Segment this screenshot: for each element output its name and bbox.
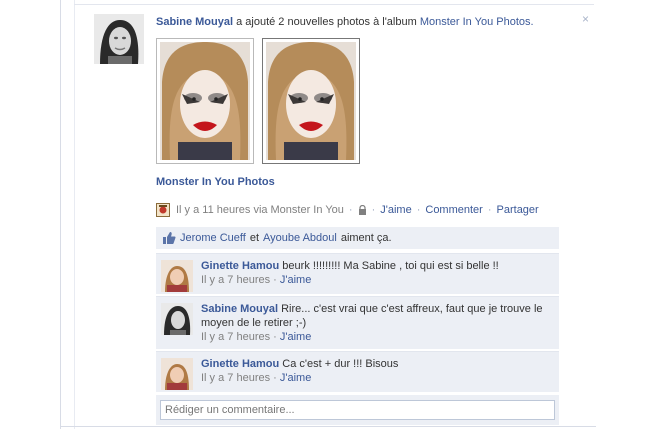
reply-box [156,395,559,425]
photo-thumbnail[interactable] [262,38,360,164]
photo-thumbnail[interactable] [156,38,254,164]
comment-like-link[interactable]: J'aime [280,372,311,384]
comment-item: Sabine Mouyal Rire... c'est vrai que c'e… [156,296,559,349]
comment-text: beurk !!!!!!!!! Ma Sabine , toi qui est … [282,260,499,272]
share-link[interactable]: Partager [497,204,539,216]
thumbs-up-icon [162,231,176,245]
comment-like-link[interactable]: J'aime [280,274,311,286]
like-link[interactable]: J'aime [380,204,411,216]
comment-time: Il y a 7 heures [201,372,271,384]
actor-avatar[interactable] [94,14,144,64]
app-name-link[interactable]: Monster In You [271,204,344,216]
album-link[interactable]: Monster In You Photos. [420,16,534,28]
liker-link[interactable]: Jerome Cueff [180,232,246,244]
separator-dot: · [487,204,492,216]
story-headline: Sabine Mouyal a ajouté 2 nouvelles photo… [156,15,576,29]
close-icon[interactable]: × [582,13,592,25]
liker-link[interactable]: Ayoube Abdoul [263,232,337,244]
likes-bar: Jerome Cueff et Ayoube Abdoul aiment ça. [156,227,559,249]
story-action-text: a ajouté 2 nouvelles photos à l'album [236,16,417,28]
likes-suffix: aiment ça. [340,232,392,244]
actor-name-link[interactable]: Sabine Mouyal [156,16,233,28]
separator-dot: · [273,331,277,343]
commenter-avatar[interactable] [161,260,193,292]
story-meta: Il y a 11 heures via Monster In You · · … [156,203,539,217]
comment-item: Ginette Hamou beurk !!!!!!!!! Ma Sabine … [156,253,559,294]
comment-time: Il y a 7 heures [201,274,271,286]
comment-time: Il y a 7 heures [201,331,271,343]
separator-dot: · [273,274,277,286]
column-divider-inner [74,0,75,429]
comment-author-link[interactable]: Sabine Mouyal [201,303,278,315]
commenter-avatar[interactable] [161,303,193,335]
album-title-link[interactable]: Monster In You Photos [156,176,275,188]
comment-author-link[interactable]: Ginette Hamou [201,260,279,272]
story-separator [74,4,594,5]
separator-dot: · [371,204,376,216]
likes-and: et [249,232,260,244]
story-bottom-border [60,426,596,427]
separator-dot: · [348,204,353,216]
app-icon [156,203,170,217]
comment-input[interactable] [160,400,555,420]
comment-link[interactable]: Commenter [425,204,482,216]
comment-like-link[interactable]: J'aime [280,331,311,343]
separator-dot: · [416,204,421,216]
comment-author-link[interactable]: Ginette Hamou [201,358,279,370]
news-feed-story: Sabine Mouyal a ajouté 2 nouvelles photo… [0,0,649,429]
story-time: Il y a 11 heures via [176,204,268,216]
column-divider [60,0,61,429]
comment-item: Ginette Hamou Ca c'est + dur !!! Bisous … [156,351,559,392]
lock-icon[interactable] [358,204,367,215]
commenter-avatar[interactable] [161,358,193,390]
separator-dot: · [273,372,277,384]
comment-text: Ca c'est + dur !!! Bisous [282,358,399,370]
